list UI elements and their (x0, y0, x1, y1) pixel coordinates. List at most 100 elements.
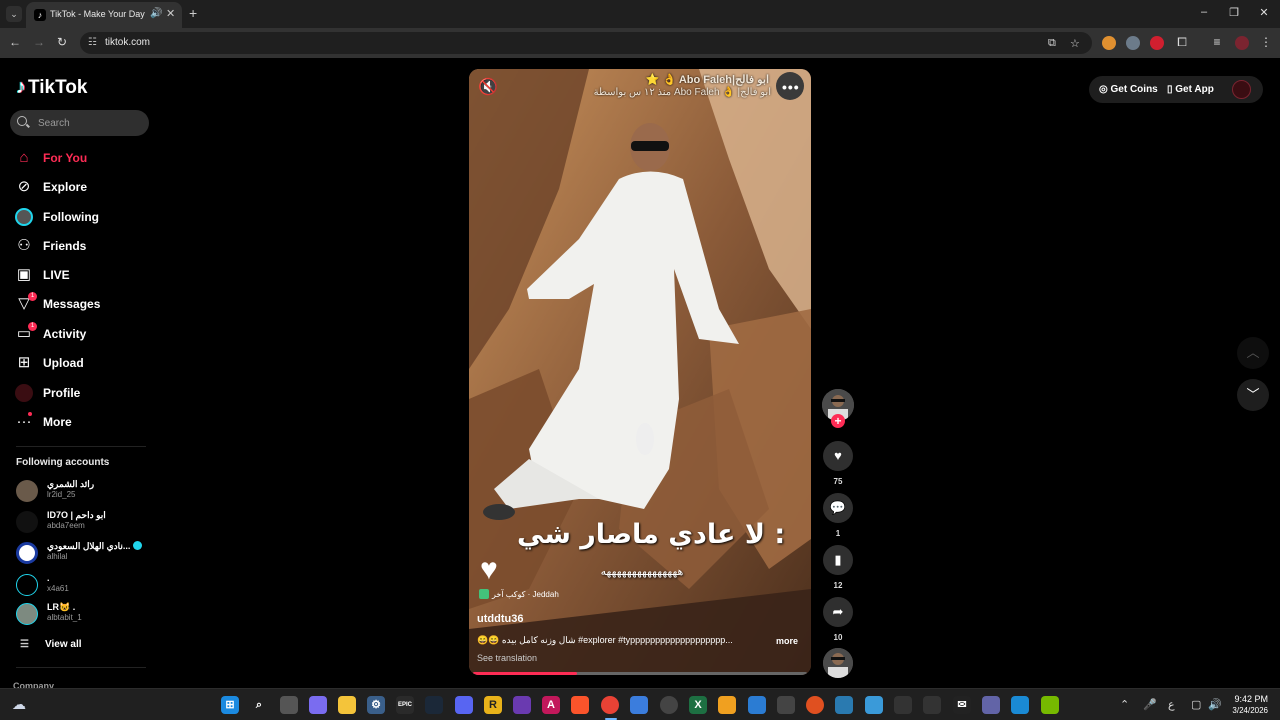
account-handle: alhilal (47, 552, 68, 561)
extension-icon[interactable] (1102, 36, 1116, 50)
app-icon[interactable] (923, 696, 941, 714)
nav-messages[interactable]: ▽ 1 Messages (14, 292, 154, 316)
follow-button[interactable]: + (831, 414, 845, 428)
tab-audio-icon[interactable]: 🔊 (150, 8, 162, 19)
tray-overflow-icon[interactable]: ⌃ (1120, 698, 1129, 711)
nav-activity[interactable]: ▭ 1 Activity (14, 322, 154, 346)
github-icon[interactable] (660, 696, 678, 714)
chevron-down-icon: ﹀ (1246, 387, 1260, 402)
media-control-icon[interactable]: ≡ (1209, 35, 1225, 49)
search-input[interactable] (38, 116, 138, 130)
sound-avatar[interactable] (823, 648, 853, 678)
forward-icon[interactable]: → (31, 35, 47, 49)
comment-button[interactable]: 💬 (823, 493, 853, 523)
settings-gear-icon[interactable]: ⚙ (367, 696, 385, 714)
store-icon[interactable] (777, 696, 795, 714)
copilot-icon[interactable] (309, 696, 327, 714)
next-video-button[interactable]: ﹀ (1237, 379, 1269, 411)
terminal-icon[interactable] (894, 696, 912, 714)
browser-profile-avatar[interactable] (1235, 36, 1249, 50)
teams-icon[interactable] (982, 696, 1000, 714)
search-box[interactable] (10, 110, 149, 136)
clock-date[interactable]: 3/24/2026 (1224, 706, 1268, 715)
get-coins-button[interactable]: ◎ Get Coins (1099, 84, 1158, 95)
microphone-icon[interactable]: 🎤 (1143, 698, 1157, 711)
roblox-icon[interactable]: R (484, 696, 502, 714)
window-close-icon[interactable]: ✕ (1256, 6, 1272, 19)
nav-live[interactable]: ▣ LIVE (14, 263, 154, 287)
nav-upload[interactable]: ⊞ Upload (14, 351, 154, 375)
extensions-puzzle-icon[interactable]: ⧠ (1174, 35, 1190, 50)
profile-avatar[interactable] (1232, 80, 1251, 99)
app-icon[interactable] (806, 696, 824, 714)
weather-icon[interactable]: ☁ (12, 696, 26, 713)
address-bar[interactable]: ☷ tiktok.com ⧉ ☆ (80, 32, 1092, 54)
video-author[interactable]: utddtu36 (477, 613, 523, 625)
like-button[interactable]: ♥ (823, 441, 853, 471)
see-translation-link[interactable]: See translation (477, 653, 537, 663)
account-name: LR😺 . (47, 602, 76, 612)
previous-video-button[interactable]: ︿ (1237, 337, 1269, 369)
extension-red-icon[interactable] (1150, 36, 1164, 50)
new-tab-button[interactable]: + (189, 5, 197, 21)
back-icon[interactable]: ← (7, 35, 23, 49)
chrome-icon[interactable] (601, 696, 619, 714)
vpn-icon[interactable] (1011, 696, 1029, 714)
epic-games-icon[interactable]: EPIC (396, 696, 414, 714)
task-view-icon[interactable] (280, 696, 298, 714)
restore-icon[interactable]: ❐ (1226, 6, 1242, 19)
editor-icon[interactable] (630, 696, 648, 714)
nav-profile[interactable]: Profile (14, 381, 154, 405)
discord-icon[interactable] (455, 696, 473, 714)
location-chip[interactable]: كوكب آخر · Jeddah (479, 589, 559, 599)
nav-following[interactable]: Following (14, 205, 154, 229)
nav-more[interactable]: ··· More (14, 410, 154, 434)
brave-icon[interactable] (571, 696, 589, 714)
following-account[interactable]: رائد الشمري lr2id_25 (16, 478, 156, 504)
clock-time[interactable]: 9:42 PM (1232, 694, 1268, 704)
app-icon[interactable] (513, 696, 531, 714)
following-account[interactable]: LR😺 . albtabit_1 (16, 601, 156, 627)
video-progress-bar[interactable] (473, 672, 807, 675)
install-app-icon[interactable]: ⧉ (1048, 37, 1056, 50)
file-explorer-icon[interactable] (338, 696, 356, 714)
taskbar-search-icon[interactable]: ⌕ (250, 696, 268, 714)
mail-icon[interactable]: ✉ (953, 696, 971, 714)
adobe-icon[interactable]: A (542, 696, 560, 714)
volume-icon[interactable]: 🔊 (1208, 698, 1222, 711)
address-url[interactable]: tiktok.com (105, 37, 150, 48)
save-button[interactable]: ▮ (823, 545, 853, 575)
network-icon[interactable]: ▢ (1191, 698, 1201, 711)
photos-icon[interactable] (835, 696, 853, 714)
share-button[interactable]: ➦ (823, 597, 853, 627)
friends-icon: ⚇ (17, 237, 31, 254)
tab-close-icon[interactable]: ✕ (166, 7, 175, 20)
excel-icon[interactable]: X (689, 696, 707, 714)
following-account[interactable]: نادي الهلال السعودي... alhilal (16, 540, 156, 566)
tiktok-logo[interactable]: ♪ TikTok (16, 76, 87, 99)
nvidia-icon[interactable] (1041, 696, 1059, 714)
tab-search-icon[interactable]: ⌄ (6, 6, 22, 22)
reload-icon[interactable]: ↻ (54, 35, 70, 49)
nav-friends[interactable]: ⚇ Friends (14, 234, 154, 258)
bookmark-star-icon[interactable]: ☆ (1070, 37, 1080, 50)
shield-extension-icon[interactable] (1126, 36, 1140, 50)
get-app-button[interactable]: ▯ Get App (1167, 84, 1214, 95)
following-account[interactable]: ID7O | ابو داحم abda7eem (16, 509, 156, 535)
steam-icon[interactable] (425, 696, 443, 714)
browser-menu-icon[interactable]: ⋮ (1258, 35, 1274, 49)
following-account[interactable]: . x4a61 (16, 572, 156, 598)
notepad-icon[interactable] (865, 696, 883, 714)
video-player[interactable]: ⭐ 👌 Abo Faleh|ابو فالح منذ ١٢ س بواسطة A… (469, 69, 811, 675)
paint-icon[interactable] (748, 696, 766, 714)
app-icon[interactable] (718, 696, 736, 714)
start-icon[interactable]: ⊞ (221, 696, 239, 714)
site-info-icon[interactable]: ☷ (88, 37, 97, 48)
input-language[interactable]: ع (1168, 698, 1175, 711)
nav-explore[interactable]: ⊘ Explore (14, 175, 154, 199)
description-more-button[interactable]: more (776, 636, 798, 646)
nav-for-you[interactable]: ⌂ For You (14, 146, 154, 170)
browser-tab[interactable]: ♪ TikTok - Make Your Day 🔊 ✕ (26, 2, 182, 28)
volume-muted-icon[interactable]: 🔇 (478, 77, 498, 97)
minimize-icon[interactable]: – (1196, 6, 1212, 18)
